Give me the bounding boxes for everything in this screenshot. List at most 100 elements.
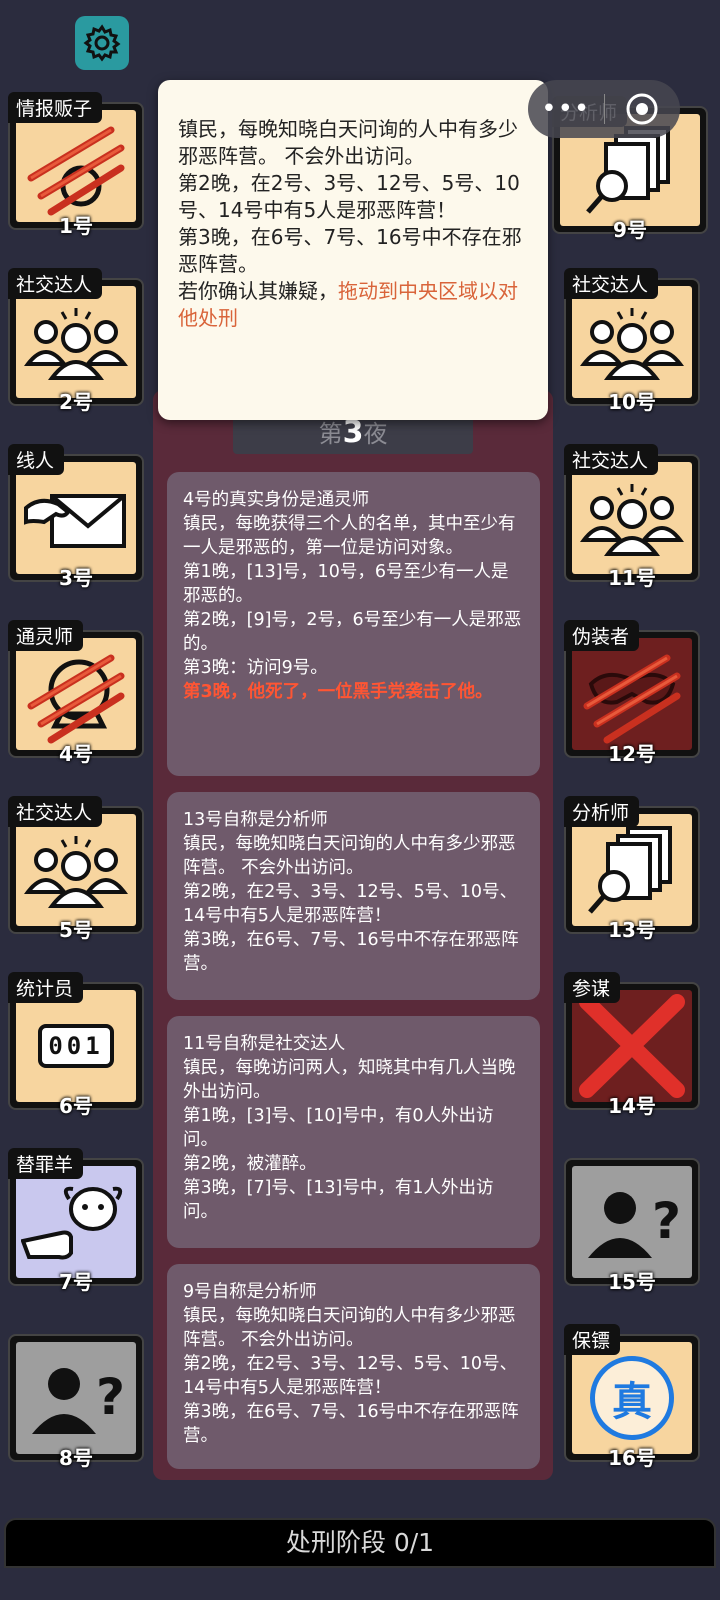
- player-card-12[interactable]: 伪装者 12号: [564, 620, 700, 766]
- target-close-icon: [626, 93, 658, 125]
- disguiser-mask-icon: [583, 654, 681, 744]
- unknown-person-icon: ?: [588, 1192, 680, 1258]
- player-card-8[interactable]: ? 8号: [8, 1324, 144, 1470]
- socialite-icon: [580, 484, 684, 556]
- log-text: 9号自称是分析师 镇民，每晚知晓白天问询的人中有多少邪恶阵营。 不会外出访问。 …: [183, 1282, 519, 1446]
- unknown-person-icon: ?: [32, 1368, 124, 1434]
- card-portrait: [572, 990, 692, 1102]
- player-number: 7号: [59, 1270, 93, 1294]
- medium-crystal-ball-icon: [27, 654, 125, 744]
- role-label: 参谋: [564, 972, 621, 1003]
- player-number: 1号: [59, 214, 93, 238]
- player-number: 10号: [608, 390, 656, 414]
- player-card-16[interactable]: 真 保镖 16号: [564, 1324, 700, 1470]
- broker-icon: [27, 126, 125, 216]
- popup-text: 镇民，每晚知晓白天问询的人中有多少邪恶阵营。 不会外出访问。 第2晚，在2号、3…: [178, 117, 522, 303]
- role-label: 线人: [8, 444, 65, 475]
- night-suffix: 夜: [363, 420, 388, 448]
- settings-button[interactable]: [75, 16, 129, 70]
- card-portrait: [572, 462, 692, 574]
- player-card-1[interactable]: 情报贩子 1号: [8, 92, 144, 238]
- player-card-2[interactable]: 社交达人 2号: [8, 268, 144, 414]
- socialite-icon: [24, 836, 128, 908]
- log-text: 11号自称是社交达人 镇民，每晚访问两人，知晓其中有几人当晚外出访问。 第1晚，…: [183, 1034, 516, 1222]
- log-death-note: 第3晚，他死了，一位黑手党袭击了他。: [183, 682, 493, 702]
- card-portrait: ?: [572, 1166, 692, 1278]
- role-info-popup: 镇民，每晚知晓白天问询的人中有多少邪恶阵营。 不会外出访问。 第2晚，在2号、3…: [158, 80, 548, 420]
- card-portrait: [572, 286, 692, 398]
- card-portrait: [16, 286, 136, 398]
- role-label: 伪装者: [564, 620, 640, 651]
- log-text: 13号自称是分析师 镇民，每晚知晓白天问询的人中有多少邪恶阵营。 不会外出访问。…: [183, 810, 519, 974]
- verified-badge-icon: 真: [590, 1356, 674, 1440]
- counter-digits: 001: [48, 1032, 104, 1060]
- card-portrait: [16, 1166, 136, 1278]
- player-card-11[interactable]: 社交达人 11号: [564, 444, 700, 590]
- log-entry-11: 11号自称是社交达人 镇民，每晚访问两人，知晓其中有几人当晚外出访问。 第1晚，…: [167, 1016, 540, 1248]
- player-number: 16号: [608, 1446, 656, 1470]
- player-card-15[interactable]: ? 15号: [564, 1148, 700, 1294]
- role-label: 保镖: [564, 1324, 621, 1355]
- gear-icon: [83, 24, 121, 62]
- card-portrait: 真: [572, 1342, 692, 1454]
- player-number: 5号: [59, 918, 93, 942]
- card-portrait: [16, 814, 136, 926]
- card-portrait: ?: [16, 1342, 136, 1454]
- role-label: 统计员: [8, 972, 84, 1003]
- card-portrait: [572, 638, 692, 750]
- player-number: 3号: [59, 566, 93, 590]
- player-number: 9号: [613, 218, 647, 242]
- role-label: 社交达人: [564, 444, 659, 475]
- mini-program-capsule: •••: [528, 80, 680, 138]
- socialite-icon: [580, 308, 684, 380]
- scapegoat-icon: [21, 1186, 123, 1260]
- player-card-13[interactable]: 分析师 13号: [564, 796, 700, 942]
- socialite-icon: [24, 308, 128, 380]
- log-entry-13: 13号自称是分析师 镇民，每晚知晓白天问询的人中有多少邪恶阵营。 不会外出访问。…: [167, 792, 540, 1000]
- card-portrait: 001: [16, 990, 136, 1102]
- executed-x-icon: [579, 994, 685, 1098]
- player-number: 13号: [608, 918, 656, 942]
- player-card-3[interactable]: 线人 3号: [8, 444, 144, 590]
- player-number: 8号: [59, 1446, 93, 1470]
- execution-phase-bar[interactable]: 处刑阶段 0/1: [4, 1518, 716, 1568]
- role-label: 社交达人: [564, 268, 659, 299]
- player-number: 4号: [59, 742, 93, 766]
- more-dots-icon: •••: [541, 94, 591, 124]
- player-number: 15号: [608, 1270, 656, 1294]
- player-card-14[interactable]: 参谋 14号: [564, 972, 700, 1118]
- player-card-5[interactable]: 社交达人 5号: [8, 796, 144, 942]
- role-label: 替罪羊: [8, 1148, 84, 1179]
- player-card-7[interactable]: 替罪羊 7号: [8, 1148, 144, 1294]
- svg-text:?: ?: [96, 1368, 124, 1426]
- role-label: 社交达人: [8, 796, 103, 827]
- close-button[interactable]: [605, 92, 681, 126]
- card-portrait: [16, 638, 136, 750]
- verified-badge-text: 真: [612, 1379, 652, 1425]
- card-portrait: [572, 814, 692, 926]
- night-number: 3: [342, 415, 364, 450]
- role-label: 通灵师: [8, 620, 84, 651]
- role-label: 情报贩子: [8, 92, 103, 123]
- player-card-4[interactable]: 通灵师 4号: [8, 620, 144, 766]
- log-entry-4: 4号的真实身份是通灵师 镇民，每晚获得三个人的名单，其中至少有一人是邪恶的，第一…: [167, 472, 540, 776]
- svg-text:?: ?: [652, 1192, 680, 1250]
- player-card-6[interactable]: 001 统计员 6号: [8, 972, 144, 1118]
- role-label: 分析师: [564, 796, 640, 827]
- analyst-docs-icon: [588, 826, 672, 914]
- more-button[interactable]: •••: [528, 96, 604, 122]
- night-prefix: 第: [318, 420, 343, 448]
- informant-envelope-icon: [24, 494, 126, 548]
- card-portrait: [16, 110, 136, 222]
- player-number: 11号: [608, 566, 656, 590]
- log-entry-9: 9号自称是分析师 镇民，每晚知晓白天问询的人中有多少邪恶阵营。 不会外出访问。 …: [167, 1264, 540, 1469]
- log-text: 4号的真实身份是通灵师 镇民，每晚获得三个人的名单，其中至少有一人是邪恶的，第一…: [183, 490, 522, 678]
- player-number: 2号: [59, 390, 93, 414]
- role-label: 社交达人: [8, 268, 103, 299]
- counter-icon: 001: [38, 1024, 114, 1068]
- execution-phase-label: 处刑阶段 0/1: [285, 1528, 435, 1557]
- player-number: 12号: [608, 742, 656, 766]
- player-card-10[interactable]: 社交达人 10号: [564, 268, 700, 414]
- player-number: 14号: [608, 1094, 656, 1118]
- card-portrait: [16, 462, 136, 574]
